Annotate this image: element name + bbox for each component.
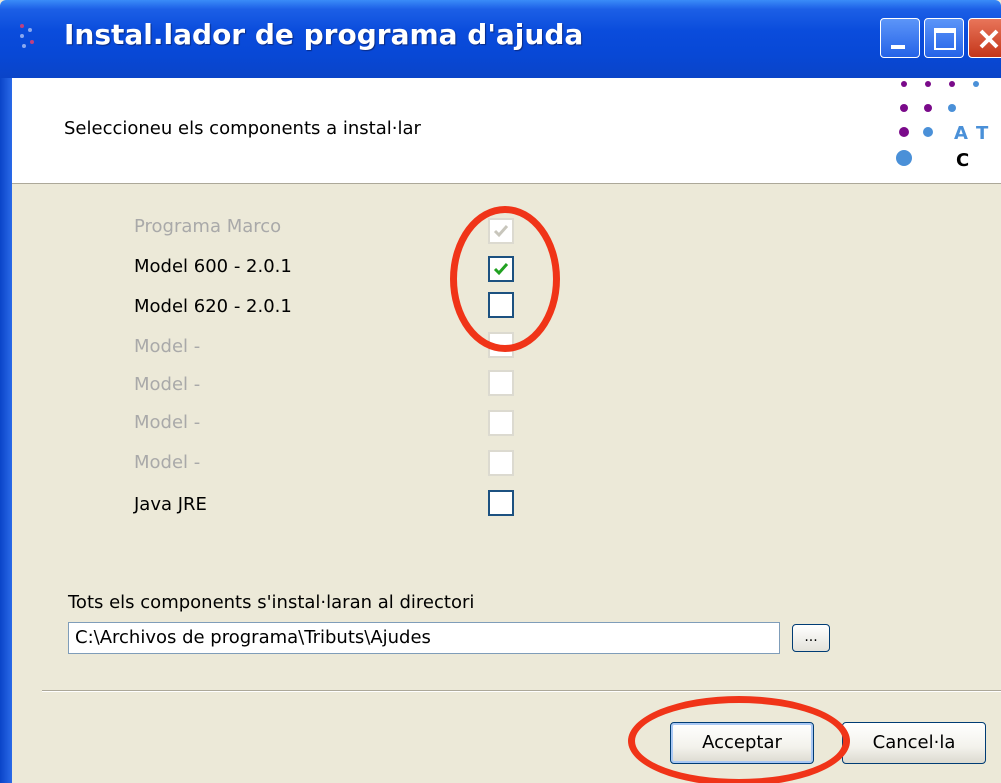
directory-label: Tots els components s'instal·laran al di… bbox=[68, 592, 475, 613]
directory-input[interactable]: C:\Archivos de programa\Tributs\Ajudes bbox=[68, 622, 780, 654]
window-title: Instal.lador de programa d'ajuda bbox=[64, 18, 584, 51]
title-bar[interactable]: Instal.lador de programa d'ajuda bbox=[0, 0, 1001, 78]
highlight-ellipse-checkboxes bbox=[450, 206, 560, 352]
logo-letter-c: C bbox=[956, 150, 969, 171]
logo-letter-a: A bbox=[954, 123, 968, 144]
component-label-model-empty-4: Model - bbox=[134, 452, 201, 473]
window-frame-left bbox=[0, 78, 12, 783]
close-button[interactable] bbox=[968, 18, 1001, 58]
minimize-button[interactable] bbox=[880, 18, 920, 58]
minimize-icon bbox=[891, 45, 905, 49]
checkbox-model-empty-3 bbox=[488, 410, 514, 436]
highlight-ellipse-accept bbox=[628, 696, 850, 783]
cancel-button[interactable]: Cancel·la bbox=[842, 722, 986, 764]
component-label-model-620: Model 620 - 2.0.1 bbox=[134, 296, 292, 317]
component-label-model-empty-2: Model - bbox=[134, 374, 201, 395]
installer-window: Instal.lador de programa d'ajuda Selecci… bbox=[0, 0, 1001, 783]
component-label-model-600: Model 600 - 2.0.1 bbox=[134, 256, 292, 277]
atc-logo: A T C bbox=[896, 81, 989, 171]
checkbox-model-empty-2 bbox=[488, 370, 514, 396]
component-label-programa-marco: Programa Marco bbox=[134, 216, 282, 237]
maximize-icon bbox=[934, 28, 956, 50]
component-label-model-empty-3: Model - bbox=[134, 412, 201, 433]
separator bbox=[42, 690, 1001, 692]
checkbox-model-empty-4 bbox=[488, 450, 514, 476]
browse-button[interactable]: ... bbox=[792, 624, 830, 652]
header-panel: Seleccioneu els components a instal·lar … bbox=[12, 78, 1001, 184]
close-icon bbox=[979, 29, 999, 49]
component-label-java-jre: Java JRE bbox=[134, 494, 207, 515]
header-instruction: Seleccioneu els components a instal·lar bbox=[64, 118, 421, 139]
app-icon bbox=[20, 24, 34, 48]
logo-letter-t: T bbox=[976, 123, 989, 144]
component-label-model-empty-1: Model - bbox=[134, 336, 201, 357]
maximize-button[interactable] bbox=[924, 18, 964, 58]
checkbox-java-jre[interactable] bbox=[488, 490, 514, 516]
